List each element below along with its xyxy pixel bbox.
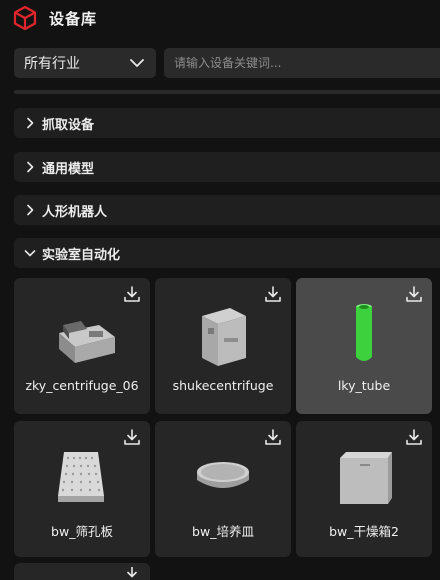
category-general-models[interactable]: 通用模型 [14,152,440,182]
device-card[interactable]: bw_筛孔板 [14,421,150,557]
category-humanoid-robots[interactable]: 人形机器人 [14,195,440,225]
search-input[interactable] [164,48,440,78]
device-name: bw_培养皿 [192,524,254,539]
filter-bar: 所有行业 [14,48,440,78]
industry-select[interactable]: 所有行业 [14,48,156,78]
device-card[interactable]: bw_培养皿 [155,421,291,557]
device-name: bw_干燥箱2 [329,524,399,539]
centrifuge-tower-thumbnail [155,298,291,368]
chevron-down-icon [130,59,144,67]
chevron-down-icon [24,250,36,257]
well-plate-thumbnail [14,441,150,511]
category-label: 人形机器人 [42,204,108,220]
category-grab-devices[interactable]: 抓取设备 [14,108,440,138]
section-divider [14,90,440,94]
download-icon[interactable] [122,567,142,580]
device-card-partial[interactable] [14,563,150,580]
industry-select-value: 所有行业 [24,56,80,72]
red-cube-icon [13,5,37,31]
device-name: shukecentrifuge [172,378,274,393]
app-header: 设备库 [0,0,440,36]
device-name: bw_筛孔板 [51,524,113,539]
page-title: 设备库 [49,9,98,28]
category-label: 抓取设备 [42,117,95,133]
chevron-right-icon [27,161,34,173]
category-label: 实验室自动化 [42,247,121,263]
drying-box-thumbnail [296,441,432,511]
chevron-right-icon [27,204,34,216]
chevron-right-icon [27,117,34,129]
category-label: 通用模型 [42,161,95,177]
device-card-selected[interactable]: lky_tube [296,278,432,414]
device-name: lky_tube [337,378,391,393]
petri-dish-thumbnail [155,441,291,511]
centrifuge-machine-thumbnail [14,298,150,368]
device-card[interactable]: bw_干燥箱2 [296,421,432,557]
green-tube-thumbnail [296,298,432,368]
device-card[interactable]: zky_centrifuge_06 [14,278,150,414]
device-name: zky_centrifuge_06 [25,378,139,393]
category-lab-automation[interactable]: 实验室自动化 [14,238,440,268]
device-card[interactable]: shukecentrifuge [155,278,291,414]
